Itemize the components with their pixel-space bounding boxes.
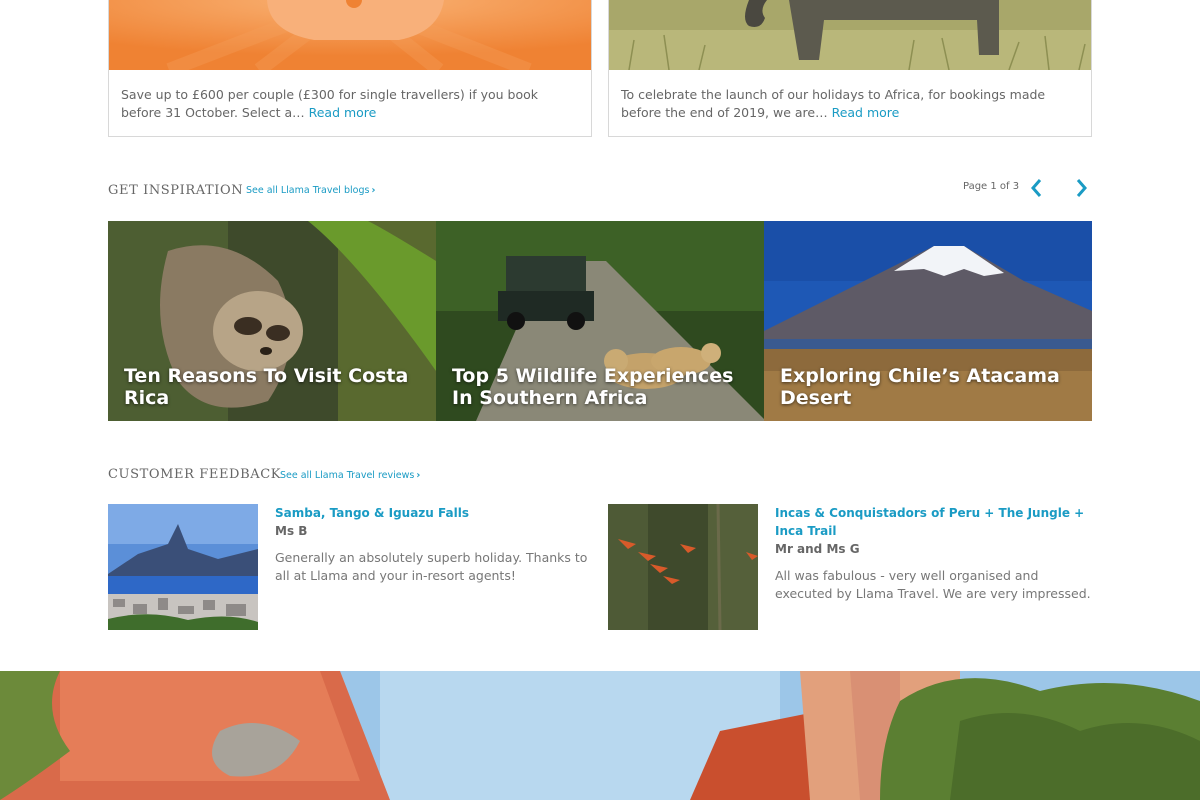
page-indicator: Page 1 of 3	[963, 181, 1020, 192]
prev-page-button[interactable]	[1025, 176, 1049, 200]
chevron-right-icon: ›	[371, 185, 376, 196]
next-page-button[interactable]	[1069, 176, 1093, 200]
blog-title: Ten Reasons To Visit Costa Rica	[124, 365, 409, 409]
offer-card-discount[interactable]: Save up to £600 per couple (£300 for sin…	[108, 0, 592, 137]
offer-image-piggy-bank[interactable]	[109, 0, 591, 70]
chevron-left-icon	[1031, 179, 1042, 197]
review-card: Samba, Tango & Iguazu Falls Ms B General…	[108, 504, 592, 630]
offer-card-africa[interactable]: To celebrate the launch of our holidays …	[608, 0, 1092, 137]
read-more-link[interactable]: Read more	[832, 105, 900, 120]
blog-title: Top 5 Wildlife Experiences In Southern A…	[452, 365, 734, 409]
blog-tile-southern-africa[interactable]: Top 5 Wildlife Experiences In Southern A…	[436, 221, 764, 421]
review-card: Incas & Conquistadors of Peru + The Jung…	[608, 504, 1092, 630]
offer-image-elephant[interactable]	[609, 0, 1091, 70]
offer-text: To celebrate the launch of our holidays …	[621, 86, 1079, 122]
review-author: Mr and Ms G	[775, 542, 860, 556]
read-more-link[interactable]: Read more	[309, 105, 377, 120]
review-author: Ms B	[275, 524, 308, 538]
blog-title: Exploring Chile’s Atacama Desert	[780, 365, 1060, 409]
blog-tile-costa-rica[interactable]: Ten Reasons To Visit Costa Rica	[108, 221, 436, 421]
review-text: Generally an absolutely superb holiday. …	[275, 550, 588, 583]
chevron-right-icon	[1076, 179, 1087, 197]
customer-feedback-heading: CUSTOMER FEEDBACK	[108, 467, 282, 482]
see-all-reviews-link[interactable]: See all Llama Travel reviews ›	[280, 470, 420, 481]
see-all-blogs-label: See all Llama Travel blogs	[246, 185, 370, 196]
review-image-macaws[interactable]	[608, 504, 758, 630]
review-text: All was fabulous - very well organised a…	[775, 568, 1091, 601]
see-all-blogs-link[interactable]: See all Llama Travel blogs ›	[246, 185, 375, 196]
see-all-reviews-label: See all Llama Travel reviews	[280, 470, 415, 481]
blog-tile-atacama[interactable]: Exploring Chile’s Atacama Desert	[764, 221, 1092, 421]
review-trip-link[interactable]: Incas & Conquistadors of Peru + The Jung…	[775, 504, 1092, 540]
review-image-rio[interactable]	[108, 504, 258, 630]
blog-carousel: Ten Reasons To Visit Costa Rica Top 5 Wi…	[108, 221, 1092, 421]
chevron-right-icon: ›	[416, 470, 421, 481]
get-inspiration-heading: GET INSPIRATION	[108, 183, 244, 198]
hero-banner-image	[0, 671, 1200, 800]
offer-text: Save up to £600 per couple (£300 for sin…	[121, 86, 579, 122]
review-trip-link[interactable]: Samba, Tango & Iguazu Falls	[275, 504, 592, 522]
